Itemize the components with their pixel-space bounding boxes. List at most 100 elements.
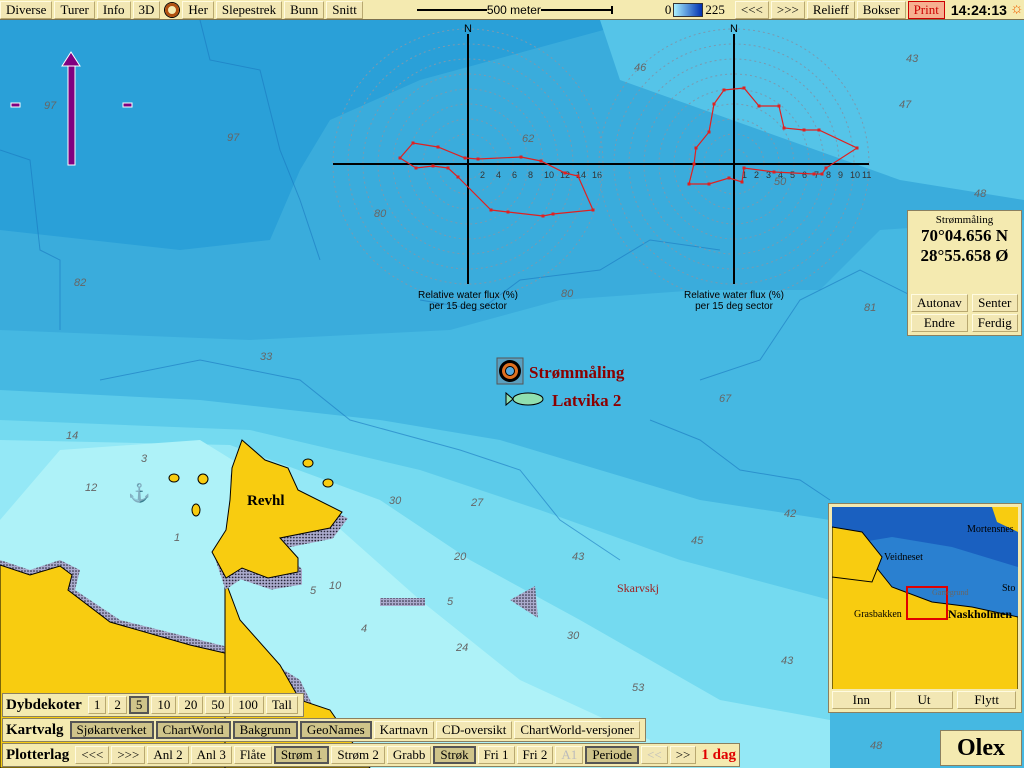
rose-tick: 5	[790, 170, 795, 180]
flux-point	[489, 208, 493, 212]
dybdekoter-option-5[interactable]: 50	[205, 696, 231, 714]
period-value: 1 dag	[701, 746, 736, 763]
dybdekoter-option-2[interactable]: 5	[128, 696, 150, 714]
kartvalg-option-4[interactable]: Kartnavn	[373, 721, 435, 739]
prev-button[interactable]: <<<	[734, 0, 769, 19]
print-button[interactable]: Print	[907, 0, 945, 19]
plotterlag-option-2[interactable]: Anl 2	[147, 746, 189, 764]
depth-sounding: 46	[634, 62, 647, 74]
plotterlag-option-12[interactable]: Periode	[585, 746, 640, 764]
plotterlag-option-11[interactable]: A1	[555, 746, 584, 764]
depth-sounding: 47	[899, 99, 912, 111]
3d-button[interactable]: 3D	[132, 0, 161, 19]
dybdekoter-option-3[interactable]: 10	[151, 696, 177, 714]
plotterlag-option-3[interactable]: Anl 3	[190, 746, 232, 764]
flux-point	[824, 166, 828, 170]
bokser-button[interactable]: Bokser	[856, 0, 906, 19]
rose-tick: 10	[850, 170, 860, 180]
snitt-button[interactable]: Snitt	[326, 0, 363, 19]
flux-point	[563, 171, 567, 175]
depth-sounding: 4	[361, 623, 367, 635]
flux-point	[539, 159, 543, 163]
kartvalg-label: Kartvalg	[6, 721, 64, 738]
flux-point	[707, 130, 711, 134]
flux-point	[506, 210, 510, 214]
next-button[interactable]: >>>	[770, 0, 805, 19]
rose-tick: 6	[512, 170, 517, 180]
flux-point	[740, 180, 744, 184]
rose-tick: 8	[528, 170, 533, 180]
olex-logo: Olex	[940, 730, 1022, 766]
dybdekoter-option-7[interactable]: Tall	[265, 696, 298, 714]
station-label: Strømmåling	[529, 363, 625, 382]
diverse-button[interactable]: Diverse	[0, 0, 53, 19]
kartvalg-option-5[interactable]: CD-oversikt	[436, 721, 513, 739]
flux-point	[802, 128, 806, 132]
plotterlag-option-5[interactable]: Strøm 1	[273, 746, 330, 764]
rose-tick: 6	[802, 170, 807, 180]
depth-sounding: 33	[260, 351, 273, 363]
rose-tick: 2	[754, 170, 759, 180]
depth-sounding: 97	[227, 132, 240, 144]
kartvalg-option-0[interactable]: Sjøkartverket	[69, 721, 154, 739]
slepestrek-button[interactable]: Slepestrek	[215, 0, 283, 19]
anchor-icon: ⚓	[128, 482, 150, 503]
endre-button[interactable]: Endre	[911, 314, 968, 332]
dybdekoter-option-4[interactable]: 20	[178, 696, 204, 714]
dybdekoter-option-1[interactable]: 2	[108, 696, 127, 714]
kartvalg-option-1[interactable]: ChartWorld	[155, 721, 231, 739]
turer-button[interactable]: Turer	[54, 0, 95, 19]
flux-point	[456, 175, 460, 179]
place-revhl: Revhl	[247, 493, 285, 509]
depth-sounding: 81	[864, 302, 876, 314]
depth-sounding: 30	[567, 630, 580, 642]
scale-label: 500 meter	[486, 2, 541, 17]
kartvalg-panel: Kartvalg Sjøkartverket ChartWorld Bakgrunn…	[2, 718, 647, 742]
overview-map-view[interactable]: Mortensnes Veidneset Grasbakken Naskholm…	[832, 507, 1018, 689]
overview-map[interactable]: Mortensnes Veidneset Grasbakken Naskholm…	[828, 503, 1022, 713]
autonav-button[interactable]: Autonav	[911, 294, 968, 312]
flux-point	[431, 164, 435, 168]
plotterlag-option-14[interactable]: >>	[669, 746, 697, 764]
plotterlag-option-0[interactable]: <<<	[75, 746, 110, 764]
relieff-button[interactable]: Relieff	[806, 0, 855, 19]
zoom-out-button[interactable]: Ut	[894, 691, 954, 709]
plotterlag-option-13[interactable]: <<	[641, 746, 668, 764]
depth-sounding: 43	[572, 551, 585, 563]
plotterlag-option-9[interactable]: Fri 1	[477, 746, 515, 764]
dybdekoter-option-6[interactable]: 100	[232, 696, 264, 714]
flux-point	[576, 174, 580, 178]
kartvalg-option-2[interactable]: Bakgrunn	[232, 721, 298, 739]
dybdekoter-option-0[interactable]: 1	[87, 696, 107, 714]
move-button[interactable]: Flytt	[957, 691, 1017, 709]
flux-point	[694, 146, 698, 150]
plotterlag-option-10[interactable]: Fri 2	[516, 746, 554, 764]
rose-tick: 10	[544, 170, 554, 180]
plotterlag-option-4[interactable]: Flåte	[233, 746, 272, 764]
position-title: Strømmåling	[935, 214, 994, 226]
ferdig-button[interactable]: Ferdig	[971, 314, 1018, 332]
plotterlag-option-6[interactable]: Strøm 2	[331, 746, 385, 764]
depth-sounding: 12	[85, 482, 97, 494]
place-skarvskj: Skarvskj	[617, 581, 659, 595]
plotterlag-option-8[interactable]: Strøk	[433, 746, 476, 764]
rose-tick: 16	[592, 170, 602, 180]
zoom-in-button[interactable]: Inn	[832, 691, 891, 709]
info-button[interactable]: Info	[96, 0, 131, 19]
plotterlag-option-1[interactable]: >>>	[111, 746, 146, 764]
flux-point	[591, 208, 595, 212]
senter-button[interactable]: Senter	[971, 294, 1018, 312]
clock: 14:24:13	[950, 1, 1007, 18]
sun-icon[interactable]: ☼	[1010, 1, 1024, 18]
kartvalg-option-6[interactable]: ChartWorld-versjoner	[514, 721, 641, 739]
flux-point	[476, 157, 480, 161]
depth-sounding: 14	[66, 430, 78, 442]
her-button[interactable]: Her	[182, 0, 214, 19]
bunn-button[interactable]: Bunn	[284, 0, 325, 19]
plotterlag-option-7[interactable]: Grabb	[386, 746, 432, 764]
target-icon[interactable]	[165, 2, 180, 17]
top-toolbar: Diverse Turer Info 3D Her Slepestrek Bun…	[0, 0, 1024, 20]
kartvalg-option-3[interactable]: GeoNames	[299, 721, 372, 739]
flux-point	[692, 162, 696, 166]
flux-point	[551, 212, 555, 216]
